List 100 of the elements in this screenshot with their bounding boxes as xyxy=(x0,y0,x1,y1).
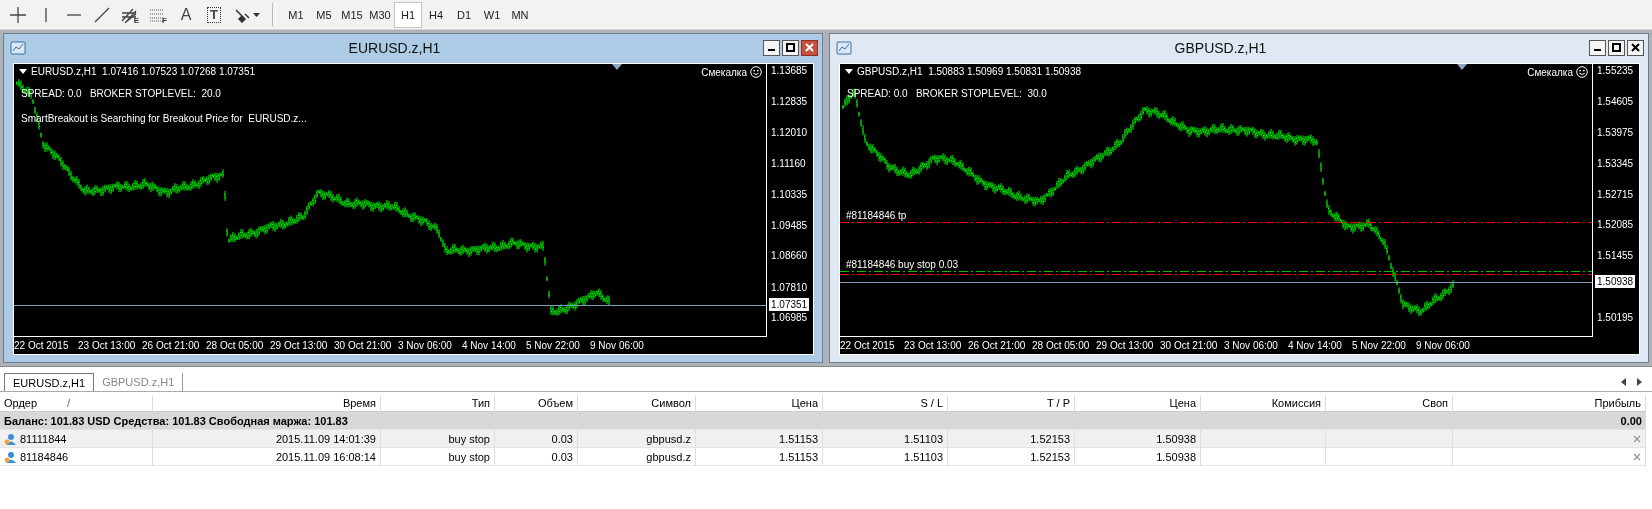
price-tick-label: 1.13685 xyxy=(771,64,808,78)
dropdown-triangle-icon xyxy=(19,69,27,74)
price-tick-label: 1.12835 xyxy=(771,95,808,110)
dotted-lines-icon xyxy=(149,7,166,22)
time-label: 3 Nov 06:00 xyxy=(1224,340,1279,351)
column-header[interactable]: Ордер xyxy=(4,397,38,409)
chart-header: EURUSD.z,H1 1.07416 1.07523 1.07268 1.07351 xyxy=(31,66,256,77)
timeframe-button[interactable]: H4 xyxy=(422,1,450,28)
balance-summary: Баланс: 101.83 USD Средства: 101.83 Свободная маржа: 101.83 xyxy=(4,414,348,427)
column-header[interactable]: S / L xyxy=(920,397,943,409)
timeframe-button[interactable]: W1 xyxy=(478,1,506,28)
time-label: 22 Oct 2015 xyxy=(14,340,70,351)
table-cell: gbpusd.z xyxy=(646,450,691,463)
maximize-button[interactable] xyxy=(1608,39,1625,56)
time-label: 5 Nov 22:00 xyxy=(1352,340,1407,351)
shift-marker-icon xyxy=(611,64,622,70)
time-label: 4 Nov 14:00 xyxy=(1288,340,1343,351)
price-tick-label: 1.54605 xyxy=(1597,94,1634,109)
time-label: 30 Oct 21:00 xyxy=(334,340,393,351)
timeframe-button[interactable]: M15 xyxy=(338,1,366,28)
indicator-text: SmartBreakout is Searching for Breakout Price for EURUSD.z... xyxy=(21,112,307,126)
column-header[interactable]: Цена xyxy=(791,397,818,409)
time-label: 5 Nov 22:00 xyxy=(526,340,581,351)
table-cell: 1.50938 xyxy=(1156,432,1196,445)
scroll-left-icon[interactable] xyxy=(1620,378,1628,386)
order-number: 81111844 xyxy=(20,432,67,445)
table-cell: 0.00 xyxy=(1620,414,1642,427)
price-tick-label: 1.11160 xyxy=(771,157,806,172)
table-cell: 1.50938 xyxy=(1156,450,1196,463)
timeframe-button[interactable]: M30 xyxy=(366,1,394,28)
hatched-lines-icon xyxy=(120,6,137,23)
order-label: #81184846 tp xyxy=(846,209,907,222)
close-button[interactable] xyxy=(801,39,818,56)
column-header[interactable]: Цена xyxy=(1169,397,1196,409)
dotted-lines-tool-button[interactable]: F xyxy=(144,1,172,28)
column-header[interactable]: Символ xyxy=(651,397,691,409)
chart-tab[interactable]: EURUSD.z,H1 xyxy=(4,373,95,391)
minimize-button[interactable] xyxy=(763,39,780,56)
table-cell: 0.03 xyxy=(551,450,573,463)
column-header[interactable]: Прибыль xyxy=(1594,397,1641,409)
time-label: 9 Nov 06:00 xyxy=(1416,340,1471,351)
column-header[interactable]: Своп xyxy=(1422,397,1448,409)
pending-order-icon xyxy=(4,432,16,445)
column-header[interactable]: T / P xyxy=(1046,397,1070,409)
table-cell: buy stop xyxy=(448,450,490,463)
maximize-button[interactable] xyxy=(782,39,799,56)
table-cell: 1.51153 xyxy=(779,432,818,445)
price-tick-label: 1.09485 xyxy=(771,218,808,233)
column-header[interactable]: Комиссия xyxy=(1271,397,1321,409)
current-price-label: 1.50938 xyxy=(1595,274,1636,288)
table-cell: 2015.11.09 14:01:39 xyxy=(275,432,376,445)
time-label: 28 Oct 05:00 xyxy=(1032,340,1091,351)
column-header[interactable]: Время xyxy=(342,397,376,409)
time-label: 26 Oct 21:00 xyxy=(142,340,201,351)
time-label: 28 Oct 05:00 xyxy=(206,340,265,351)
dropdown-triangle-icon xyxy=(845,69,853,74)
column-header[interactable]: Тип xyxy=(471,397,490,409)
price-tick-label: 1.55235 xyxy=(1597,64,1634,78)
hatched-lines-tool-button[interactable]: E xyxy=(116,1,144,28)
chart-header: GBPUSD.z,H1 1.50883 1.50969 1.50831 1.50938 xyxy=(857,66,1082,77)
close-icon[interactable] xyxy=(1633,452,1641,461)
maximize-icon xyxy=(786,43,795,52)
maximize-icon xyxy=(1612,43,1621,52)
scroll-right-icon[interactable] xyxy=(1635,378,1643,386)
window-title: EURUSD.z,H1 xyxy=(347,39,442,56)
close-button[interactable] xyxy=(1627,39,1644,56)
window-title: GBPUSD.z,H1 xyxy=(1173,39,1268,56)
price-tick-label: 1.50195 xyxy=(1597,311,1634,325)
timeframe-button[interactable]: M1 xyxy=(282,1,310,28)
minimize-button[interactable] xyxy=(1589,39,1606,56)
timeframe-button[interactable]: M5 xyxy=(310,1,338,28)
price-tick-label: 1.53345 xyxy=(1597,156,1634,171)
horizontal-line-icon xyxy=(66,11,82,18)
chart-window-icon xyxy=(10,40,26,55)
text-tool-button[interactable]: A xyxy=(172,1,200,28)
time-label: 9 Nov 06:00 xyxy=(590,340,645,351)
table-cell: 0.03 xyxy=(551,432,573,445)
price-tick-label: 1.52085 xyxy=(1597,218,1634,233)
column-header[interactable]: Объем xyxy=(537,397,573,409)
timeframe-button[interactable]: MN xyxy=(506,1,534,28)
timeframe-button[interactable]: H1 xyxy=(394,1,422,28)
current-price-label: 1.07351 xyxy=(769,297,810,311)
chart-window-icon xyxy=(836,40,852,55)
time-label: 30 Oct 21:00 xyxy=(1160,340,1219,351)
table-cell: 2015.11.09 16:08:14 xyxy=(275,450,376,463)
crosshair-icon xyxy=(9,5,27,24)
table-cell: 1.51103 xyxy=(904,432,943,445)
table-cell: buy stop xyxy=(448,432,490,445)
smiley-icon xyxy=(750,66,762,78)
price-tick-label: 1.51455 xyxy=(1597,249,1634,264)
expert-name: Смекалка xyxy=(701,66,747,78)
time-label: 26 Oct 21:00 xyxy=(968,340,1027,351)
table-cell: gbpusd.z xyxy=(646,432,691,445)
price-tick-label: 1.53975 xyxy=(1597,125,1634,140)
timeframe-button[interactable]: D1 xyxy=(450,1,478,28)
chart-tab[interactable]: GBPUSD.z,H1 xyxy=(94,373,184,391)
text-label-tool-button[interactable]: T xyxy=(200,1,228,28)
expert-name: Смекалка xyxy=(1527,66,1573,78)
price-tick-label: 1.08660 xyxy=(771,249,808,264)
time-label: 29 Oct 13:00 xyxy=(270,340,329,351)
